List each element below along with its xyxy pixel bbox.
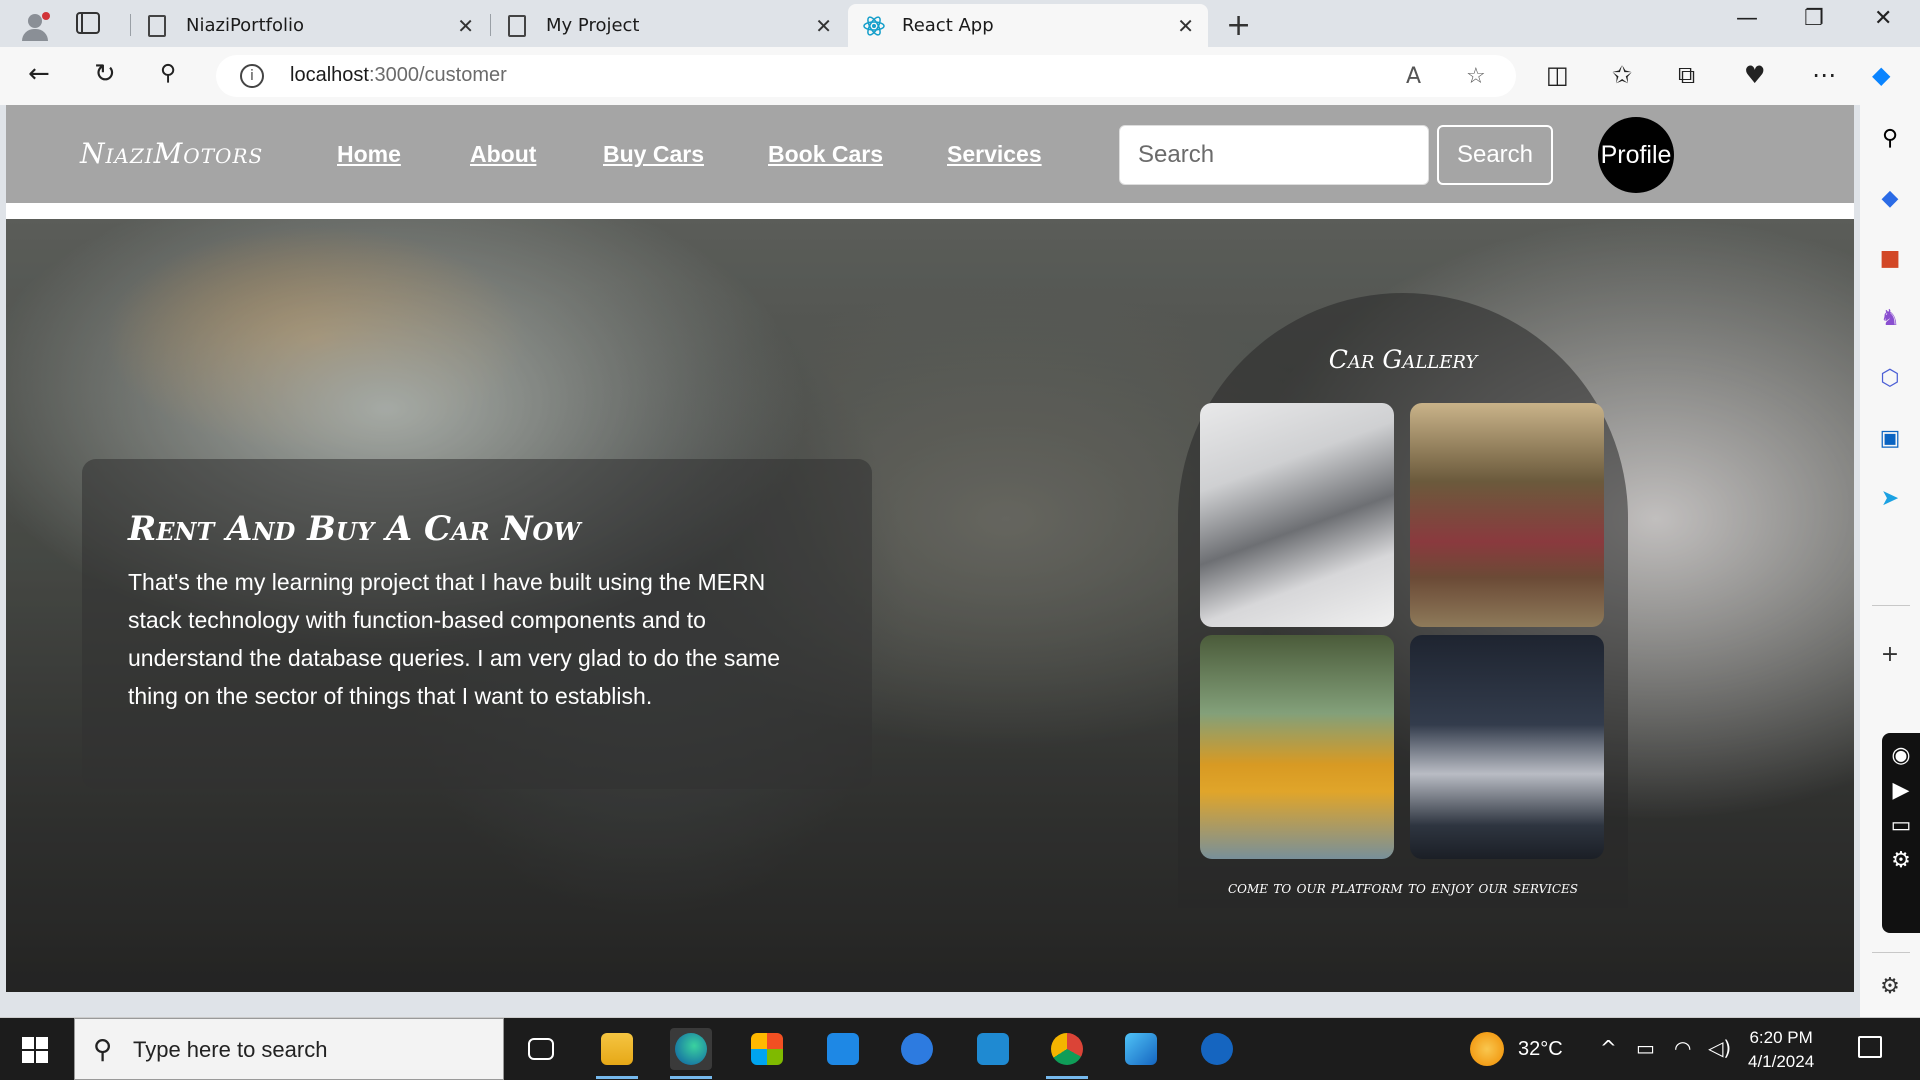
browser-tab-strip: NiaziPortfolio ✕ My Project ✕ React App … bbox=[0, 0, 1920, 47]
site-info-icon[interactable]: i bbox=[240, 64, 264, 88]
notifications-icon[interactable] bbox=[1858, 1036, 1882, 1058]
microsoft-store-icon[interactable] bbox=[746, 1028, 788, 1070]
screen-capture-toolbar: ◉ ▶ ▭ ⚙ bbox=[1882, 733, 1920, 933]
web-page: NiaziMotors Home About Buy Cars Book Car… bbox=[6, 105, 1854, 992]
search-icon[interactable]: ⚲ bbox=[1876, 125, 1904, 153]
new-tab-button[interactable]: + bbox=[1226, 8, 1251, 43]
tab-nazi-portfolio[interactable]: NiaziPortfolio ✕ bbox=[134, 4, 488, 47]
taskbar-search-placeholder: Type here to search bbox=[133, 1037, 328, 1062]
react-icon bbox=[862, 14, 886, 38]
site-logo[interactable]: NiaziMotors bbox=[80, 137, 263, 170]
volume-icon[interactable]: ◁) bbox=[1708, 1036, 1731, 1060]
copilot-icon[interactable]: ◆ bbox=[1872, 61, 1890, 89]
photos-icon[interactable] bbox=[1120, 1028, 1162, 1070]
close-icon[interactable]: ✕ bbox=[815, 14, 832, 38]
weather-widget[interactable]: 32°C bbox=[1470, 1032, 1563, 1066]
gallery-image-red-sports-car[interactable] bbox=[1410, 403, 1604, 627]
favorite-star-icon[interactable]: ☆ bbox=[1466, 64, 1486, 89]
gallery-caption: come to our platform to enjoy our servic… bbox=[1227, 878, 1579, 898]
shopping-tag-icon[interactable]: ◆ bbox=[1876, 185, 1904, 213]
site-search-button[interactable]: Search bbox=[1437, 125, 1553, 185]
url-path: :3000/customer bbox=[368, 64, 507, 86]
wifi-icon[interactable]: ◠ bbox=[1674, 1036, 1691, 1060]
car-gallery: Car Gallery come to our platform to enjo… bbox=[1178, 293, 1628, 908]
capture-settings-icon[interactable]: ⚙ bbox=[1882, 848, 1920, 873]
edge-icon[interactable] bbox=[670, 1028, 712, 1070]
more-options-icon[interactable]: ⋯ bbox=[1812, 61, 1836, 89]
tab-my-project[interactable]: My Project ✕ bbox=[494, 4, 846, 47]
outlook-icon[interactable]: ▣ bbox=[1876, 425, 1904, 453]
games-icon[interactable]: ♞ bbox=[1876, 305, 1904, 333]
microsoft-365-icon[interactable]: ⬡ bbox=[1876, 365, 1904, 393]
app-t-icon[interactable] bbox=[1196, 1028, 1238, 1070]
nav-link-buy-cars[interactable]: Buy Cars bbox=[603, 141, 704, 168]
taskbar-search-box[interactable]: ⚲ Type here to search bbox=[74, 1018, 504, 1080]
tab-react-app[interactable]: React App ✕ bbox=[848, 4, 1208, 47]
collections-icon[interactable]: ⧉ bbox=[1678, 61, 1695, 89]
site-navbar: NiaziMotors Home About Buy Cars Book Car… bbox=[6, 105, 1854, 203]
tab-title: My Project bbox=[546, 15, 640, 36]
chrome-icon[interactable] bbox=[1046, 1028, 1088, 1070]
browser-toolbar: ← ↻ ⚲ i localhost:3000/customer A ☆ ◫ ✩ … bbox=[0, 47, 1920, 105]
mail-icon[interactable] bbox=[822, 1028, 864, 1070]
hero-card: Rent And Buy A Car Now That's the my lea… bbox=[82, 459, 872, 789]
clock-date: 4/1/2024 bbox=[1748, 1052, 1815, 1071]
vs-code-icon[interactable] bbox=[972, 1028, 1014, 1070]
hero-title: Rent And Buy A Car Now bbox=[128, 509, 581, 549]
nav-link-book-cars[interactable]: Book Cars bbox=[768, 141, 883, 168]
nav-link-services[interactable]: Services bbox=[947, 141, 1042, 168]
search-icon[interactable]: ⚲ bbox=[160, 61, 176, 86]
gallery-image-classic-cars[interactable] bbox=[1200, 403, 1394, 627]
nav-link-about[interactable]: About bbox=[470, 141, 536, 168]
favorites-icon[interactable]: ✩ bbox=[1612, 61, 1632, 89]
address-bar[interactable]: i localhost:3000/customer A ☆ bbox=[216, 55, 1516, 97]
gallery-title: Car Gallery bbox=[1328, 345, 1478, 374]
battery-icon[interactable]: ▭ bbox=[1636, 1036, 1655, 1060]
url-host: localhost bbox=[290, 64, 369, 86]
tab-title: React App bbox=[902, 15, 994, 36]
close-icon[interactable]: ✕ bbox=[457, 14, 474, 38]
gallery-image-yellow-sports-car[interactable] bbox=[1200, 635, 1394, 859]
restore-button[interactable]: ❐ bbox=[1804, 6, 1824, 31]
browser-profile-icon[interactable] bbox=[14, 6, 54, 42]
drop-icon[interactable]: ➤ bbox=[1876, 485, 1904, 513]
page-icon bbox=[148, 14, 166, 37]
task-view-icon[interactable] bbox=[520, 1028, 562, 1070]
back-icon[interactable]: ← bbox=[28, 59, 50, 89]
read-aloud-icon[interactable]: A bbox=[1406, 64, 1421, 89]
refresh-icon[interactable]: ↻ bbox=[94, 59, 116, 89]
system-clock[interactable]: 6:20 PM 4/1/2024 bbox=[1748, 1026, 1814, 1074]
video-icon[interactable]: ▶ bbox=[1882, 778, 1920, 803]
window-capture-icon[interactable]: ▭ bbox=[1882, 813, 1920, 838]
window-close-button[interactable]: ✕ bbox=[1874, 6, 1892, 31]
settings-gear-icon[interactable]: ⚙ bbox=[1876, 973, 1904, 1001]
minimize-button[interactable]: — bbox=[1736, 6, 1758, 31]
windows-taskbar: ⚲ Type here to search 32°C ^ ▭ ◠ ◁) 6:20… bbox=[0, 1018, 1920, 1080]
clock-time: 6:20 PM bbox=[1749, 1028, 1813, 1047]
search-icon: ⚲ bbox=[93, 1035, 113, 1065]
add-sidebar-app-icon[interactable]: + bbox=[1876, 641, 1904, 669]
site-search-input[interactable] bbox=[1119, 125, 1429, 185]
tab-title: NiaziPortfolio bbox=[186, 15, 304, 36]
tab-actions-icon[interactable] bbox=[76, 12, 100, 34]
camera-icon[interactable]: ◉ bbox=[1882, 743, 1920, 768]
close-icon[interactable]: ✕ bbox=[1177, 14, 1194, 38]
hero-section: Rent And Buy A Car Now That's the my lea… bbox=[6, 219, 1854, 992]
profile-button[interactable]: Profile bbox=[1598, 117, 1674, 193]
weather-sun-icon bbox=[1470, 1032, 1504, 1066]
tools-icon[interactable]: ■ bbox=[1876, 245, 1904, 273]
page-icon bbox=[508, 14, 526, 37]
app-blue-icon[interactable] bbox=[896, 1028, 938, 1070]
url-text[interactable]: localhost:3000/customer bbox=[290, 64, 507, 87]
nav-link-home[interactable]: Home bbox=[337, 141, 401, 168]
show-hidden-icons-icon[interactable]: ^ bbox=[1600, 1036, 1617, 1060]
file-explorer-icon[interactable] bbox=[596, 1028, 638, 1070]
hero-description: That's the my learning project that I ha… bbox=[128, 569, 781, 709]
split-screen-icon[interactable]: ◫ bbox=[1546, 61, 1569, 89]
weather-temperature: 32°C bbox=[1518, 1037, 1563, 1060]
browser-essentials-icon[interactable]: ♥ bbox=[1744, 61, 1766, 89]
windows-start-icon[interactable] bbox=[22, 1037, 48, 1063]
gallery-image-white-muscle-car[interactable] bbox=[1410, 635, 1604, 859]
